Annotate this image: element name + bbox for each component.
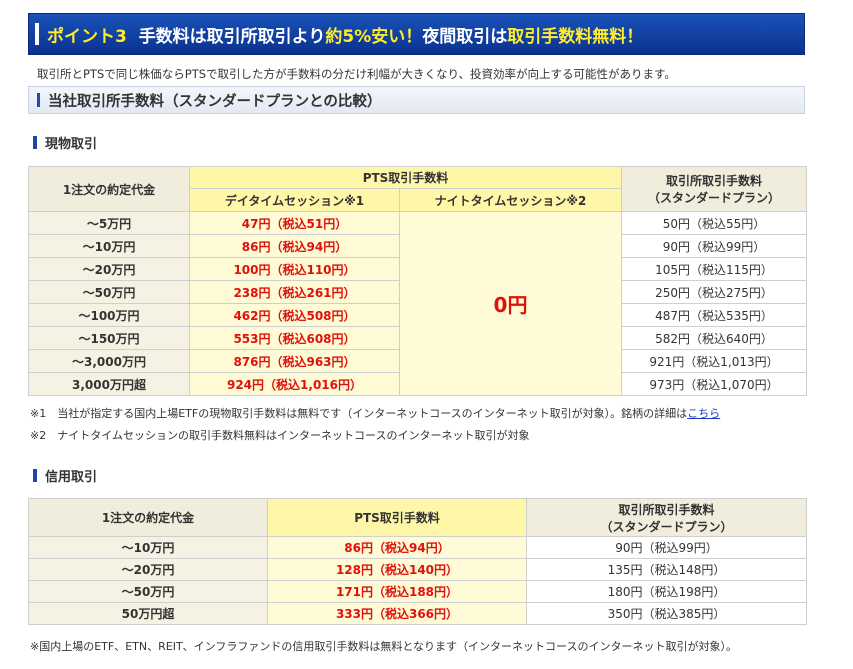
section-title-text: 当社取引所手数料（スタンダードプランとの比較）	[48, 93, 382, 110]
cash-col-std-line1: 取引所取引手数料	[665, 174, 762, 188]
day-fee-cell: 47円（税込51円）	[189, 211, 400, 235]
amount-cell: 3,000万円超	[28, 372, 190, 396]
cash-heading-text: 現物取引	[45, 137, 98, 152]
amount-cell: 50万円超	[28, 602, 268, 625]
day-fee-cell: 86円（税込94円）	[189, 234, 400, 258]
amount-cell: ～150万円	[28, 326, 190, 350]
std-fee-cell: 973円（税込1,070円）	[621, 372, 807, 396]
banner-highlight-1: 約5%安い！	[325, 26, 423, 47]
cash-col-night: ナイトタイムセッション※2	[399, 188, 622, 212]
margin-heading: 信用取引	[33, 466, 97, 485]
margin-col-std-line2: （スタンダードプラン）	[600, 519, 733, 534]
day-fee-cell: 462円（税込508円）	[189, 303, 400, 327]
amount-cell: ～10万円	[28, 234, 190, 258]
pts-fee-cell: 171円（税込188円）	[267, 580, 527, 603]
banner-point-label: ポイント3	[47, 26, 127, 47]
cash-note-1: ※1 当社が指定する国内上場ETFの現物取引手数料は無料です（インターネットコー…	[30, 405, 720, 421]
std-fee-cell: 582円（税込640円）	[621, 326, 807, 350]
table-row: ～10万円 86円（税込94円） 90円（税込99円）	[28, 536, 807, 559]
amount-cell: ～20万円	[28, 257, 190, 281]
table-row: ～50万円 171円（税込188円） 180円（税込198円）	[28, 580, 807, 603]
table-row: ～20万円 128円（税込140円） 135円（税込148円）	[28, 558, 807, 581]
margin-fee-table: 1注文の約定代金 PTS取引手数料 取引所取引手数料 （スタンダードプラン） ～…	[28, 498, 807, 625]
std-fee-cell: 487円（税込535円）	[621, 303, 807, 327]
banner-marker	[35, 23, 39, 45]
cash-note-2: ※2 ナイトタイムセッションの取引手数料無料はインターネットコースのインターネッ…	[30, 429, 530, 442]
intro-text: 取引所とPTSで同じ株価ならPTSで取引した方が手数料の分だけ利幅が大きくなり、…	[37, 67, 676, 81]
section-title: 当社取引所手数料（スタンダードプランとの比較）	[28, 86, 805, 114]
std-fee-cell: 180円（税込198円）	[526, 580, 807, 603]
day-fee-cell: 238円（税込261円）	[189, 280, 400, 304]
margin-note: ※国内上場のETF、ETN、REIT、インフラファンドの信用取引手数料は無料とな…	[30, 640, 737, 653]
day-fee-cell: 553円（税込608円）	[189, 326, 400, 350]
std-fee-cell: 90円（税込99円）	[621, 234, 807, 258]
cash-col-day: デイタイムセッション※1	[189, 188, 400, 212]
std-fee-cell: 250円（税込275円）	[621, 280, 807, 304]
night-fee-cell: 0円	[399, 211, 622, 396]
pts-fee-cell: 86円（税込94円）	[267, 536, 527, 559]
banner-text-1: 手数料は取引所取引より	[138, 26, 326, 47]
pts-fee-cell: 128円（税込140円）	[267, 558, 527, 581]
margin-col-amount: 1注文の約定代金	[28, 498, 268, 537]
std-fee-cell: 50円（税込55円）	[621, 211, 807, 235]
etf-details-link[interactable]: こちら	[687, 407, 720, 420]
cash-fee-table: 1注文の約定代金 PTS取引手数料 取引所取引手数料 （スタンダードプラン） デ…	[28, 166, 807, 396]
banner-title: ポイント3 手数料は取引所取引より約5%安い！夜間取引は取引手数料無料！	[47, 22, 643, 47]
margin-col-pts: PTS取引手数料	[267, 498, 527, 537]
pts-fee-cell: 333円（税込366円）	[267, 602, 527, 625]
cash-col-pts: PTS取引手数料	[189, 166, 622, 189]
day-fee-cell: 100円（税込110円）	[189, 257, 400, 281]
table-row: 50万円超 333円（税込366円） 350円（税込385円）	[28, 602, 807, 625]
cash-col-amount: 1注文の約定代金	[28, 166, 190, 212]
banner-highlight-2: 取引手数料無料！	[507, 26, 644, 47]
std-fee-cell: 350円（税込385円）	[526, 602, 807, 625]
cash-col-std: 取引所取引手数料 （スタンダードプラン）	[621, 166, 807, 212]
promo-banner: ポイント3 手数料は取引所取引より約5%安い！夜間取引は取引手数料無料！	[28, 13, 805, 55]
margin-col-std: 取引所取引手数料 （スタンダードプラン）	[526, 498, 807, 537]
amount-cell: ～50万円	[28, 280, 190, 304]
std-fee-cell: 921円（税込1,013円）	[621, 349, 807, 373]
cash-heading: 現物取引	[33, 133, 97, 152]
std-fee-cell: 105円（税込115円）	[621, 257, 807, 281]
std-fee-cell: 135円（税込148円）	[526, 558, 807, 581]
amount-cell: ～50万円	[28, 580, 268, 603]
cash-col-std-line2: （スタンダードプラン）	[647, 191, 780, 205]
day-fee-cell: 876円（税込963円）	[189, 349, 400, 373]
cash-note-1-text: ※1 当社が指定する国内上場ETFの現物取引手数料は無料です（インターネットコー…	[30, 407, 688, 420]
margin-heading-marker	[33, 469, 37, 482]
amount-cell: ～10万円	[28, 536, 268, 559]
margin-col-std-line1: 取引所取引手数料	[618, 502, 715, 517]
cash-heading-marker	[33, 136, 37, 149]
amount-cell: ～20万円	[28, 558, 268, 581]
amount-cell: ～5万円	[28, 211, 190, 235]
day-fee-cell: 924円（税込1,016円）	[189, 372, 400, 396]
banner-text-2: 夜間取引は	[422, 26, 508, 47]
std-fee-cell: 90円（税込99円）	[526, 536, 807, 559]
amount-cell: ～100万円	[28, 303, 190, 327]
margin-heading-text: 信用取引	[45, 470, 98, 485]
amount-cell: ～3,000万円	[28, 349, 190, 373]
table-row: ～5万円 47円（税込51円） 0円 50円（税込55円）	[28, 211, 807, 396]
section-marker	[37, 93, 40, 107]
